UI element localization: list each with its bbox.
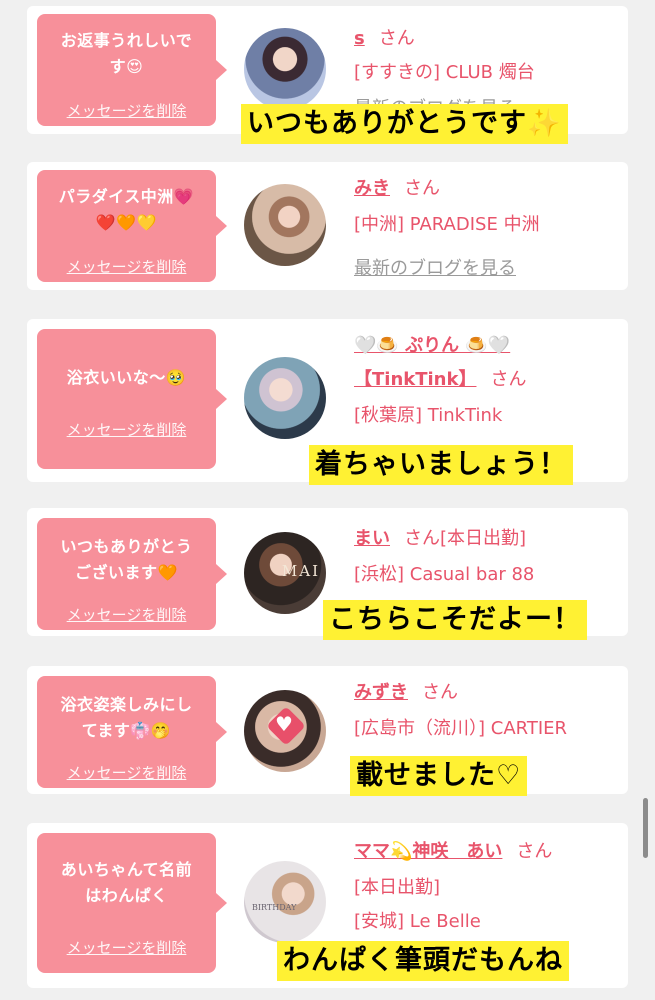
sender-name-row: まい さん[本日出勤] — [354, 524, 526, 550]
shop-info: [秋葉原] TinkTink — [354, 405, 503, 426]
delete-message-link[interactable]: メッセージを削除 — [37, 256, 216, 277]
honorific: さん — [404, 178, 440, 199]
overlay-caption: 着ちゃいましょう！ — [309, 445, 573, 485]
sender-name[interactable]: 🤍🍮 ぷりん 🍮🤍 — [354, 335, 510, 356]
shop-info: [浜松] Casual bar 88 — [354, 564, 535, 585]
message-bubble: 浴衣姿楽しみにし てます👘🤭 メッセージを削除 — [37, 676, 227, 788]
honorific: さん — [422, 682, 458, 703]
sender-name-row: s さん — [354, 24, 415, 50]
shop-info: [広島市（流川）] CARTIER — [354, 718, 568, 739]
overlay-caption: 載せました♡ — [350, 756, 528, 796]
sender-name[interactable]: s — [354, 28, 365, 49]
message-text: 浴衣姿楽しみにし てます👘🤭 — [60, 695, 193, 740]
message-card: 浴衣いいな〜🥹 メッセージを削除 🤍🍮 ぷりん 🍮🤍 【TinkTink】 さん … — [27, 319, 628, 485]
message-bubble: 浴衣いいな〜🥹 メッセージを削除 — [37, 329, 227, 469]
message-card: パラダイス中洲💗 ❤️🧡💛 メッセージを削除 みき さん [中洲] PARADIS… — [27, 162, 628, 290]
overlay-caption: いつもありがとうです✨ — [241, 104, 568, 144]
sender-name-row: みき さん — [354, 174, 440, 200]
overlay-caption: わんぱく筆頭だもんね — [277, 941, 569, 981]
message-card: いつもありがとう ございます🧡 メッセージを削除 MAI まい さん[本日出勤] … — [27, 508, 628, 640]
avatar-text: MAI — [281, 562, 320, 580]
message-card: あいちゃんて名前 はわんぱく メッセージを削除 BIRTHDAY ママ💫神咲 あ… — [27, 823, 628, 988]
avatar[interactable]: ♥ — [244, 690, 326, 772]
sender-name-row: みずき さん — [354, 678, 458, 704]
delete-message-link[interactable]: メッセージを削除 — [37, 604, 216, 625]
message-text: お返事うれしいで す😍 — [60, 31, 193, 76]
message-bubble: いつもありがとう ございます🧡 メッセージを削除 — [37, 518, 227, 630]
sender-name[interactable]: まい — [354, 528, 390, 549]
sender-name[interactable]: ママ💫神咲 あい — [354, 841, 502, 862]
delete-message-link[interactable]: メッセージを削除 — [37, 419, 216, 440]
avatar[interactable] — [244, 357, 326, 439]
honorific: さん — [490, 369, 527, 390]
work-status: [本日出勤] — [354, 877, 441, 898]
shop-info: [中洲] PARADISE 中洲 — [354, 214, 540, 235]
sender-name-row: ママ💫神咲 あい さん — [354, 837, 552, 863]
work-status: [本日出勤] — [440, 528, 527, 549]
message-text: いつもありがとう ございます🧡 — [60, 537, 193, 582]
delete-message-link[interactable]: メッセージを削除 — [37, 762, 216, 783]
latest-blog-link[interactable]: 最新のブログを見る — [354, 254, 516, 280]
overlay-caption: こちらこそだよー！ — [323, 600, 587, 640]
scrollbar-thumb[interactable] — [643, 798, 648, 858]
delete-message-link[interactable]: メッセージを削除 — [37, 100, 216, 121]
avatar[interactable]: MAI — [244, 532, 326, 614]
avatar[interactable] — [244, 184, 326, 266]
avatar-text: BIRTHDAY — [252, 903, 297, 912]
sender-name-row: 🤍🍮 ぷりん 🍮🤍 — [354, 331, 510, 357]
sender-name[interactable]: みき — [354, 178, 390, 199]
message-card: 浴衣姿楽しみにし てます👘🤭 メッセージを削除 ♥ みずき さん [広島市（流川）… — [27, 666, 628, 796]
delete-message-link[interactable]: メッセージを削除 — [37, 937, 216, 958]
sender-shop-tag[interactable]: 【TinkTink】 — [354, 369, 476, 390]
message-bubble: あいちゃんて名前 はわんぱく メッセージを削除 — [37, 833, 227, 973]
avatar[interactable]: BIRTHDAY — [244, 861, 326, 943]
message-text: パラダイス中洲💗 ❤️🧡💛 — [58, 187, 195, 232]
message-bubble: パラダイス中洲💗 ❤️🧡💛 メッセージを削除 — [37, 170, 227, 282]
message-text: 浴衣いいな〜🥹 — [66, 368, 187, 387]
sender-name-row: 【TinkTink】 さん — [354, 365, 526, 391]
message-card: お返事うれしいで す😍 メッセージを削除 s さん [すすきの] CLUB 燭台 … — [27, 6, 628, 144]
message-text: あいちゃんて名前 はわんぱく — [60, 860, 193, 905]
honorific: さん — [404, 528, 440, 549]
sender-name[interactable]: みずき — [354, 682, 408, 703]
honorific: さん — [378, 28, 415, 49]
message-bubble: お返事うれしいで す😍 メッセージを削除 — [37, 14, 227, 126]
shop-info: [安城] Le Belle — [354, 911, 481, 932]
avatar[interactable] — [244, 28, 326, 110]
honorific: さん — [516, 841, 553, 862]
heart-icon-glyph: ♥ — [275, 712, 293, 736]
shop-info: [すすきの] CLUB 燭台 — [354, 62, 535, 83]
